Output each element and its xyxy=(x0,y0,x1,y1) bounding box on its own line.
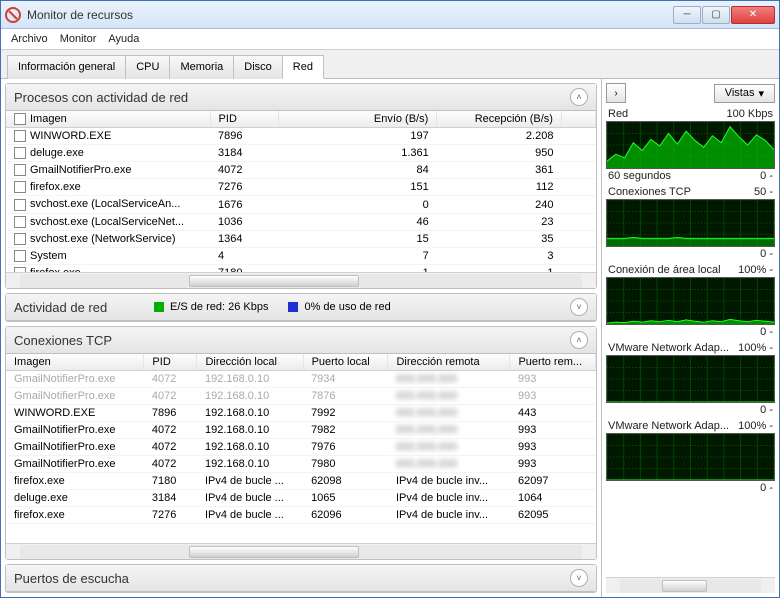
left-pane: Procesos con actividad de red ˄ Imagen P… xyxy=(1,79,601,597)
checkbox[interactable] xyxy=(14,164,26,176)
panel-listening: Puertos de escucha ˅ xyxy=(5,564,597,593)
tab-overview[interactable]: Información general xyxy=(7,55,126,79)
graph-canvas xyxy=(606,433,775,481)
close-button[interactable]: ✕ xyxy=(731,6,775,24)
graph-canvas xyxy=(606,355,775,403)
panel-tcp-header[interactable]: Conexiones TCP ˄ xyxy=(6,327,596,354)
panel-net-activity: Actividad de red E/S de red: 26 Kbps 0% … xyxy=(5,293,597,322)
net-activity-title: Actividad de red xyxy=(14,300,134,315)
table-row[interactable]: WINWORD.EXE78961972.208 xyxy=(6,128,596,145)
checkbox[interactable] xyxy=(14,130,26,142)
graph-title: VMware Network Adap... xyxy=(608,420,729,432)
table-row[interactable]: GmailNotifierPro.exe4072192.168.0.107976… xyxy=(6,439,596,456)
tab-bar: Información general CPU Memoria Disco Re… xyxy=(1,50,779,79)
graph-canvas xyxy=(606,277,775,325)
table-row[interactable]: deluge.exe31841.361950 xyxy=(6,145,596,162)
graph: VMware Network Adap...100% - 0 - xyxy=(606,419,775,495)
dropdown-icon: ▾ xyxy=(758,87,764,100)
tab-memory[interactable]: Memoria xyxy=(169,55,234,79)
table-row[interactable]: svchost.exe (NetworkService)13641535 xyxy=(6,230,596,247)
graph: Conexiones TCP50 - 0 - xyxy=(606,185,775,261)
graph: Red100 Kbps 60 segundos0 - xyxy=(606,107,775,183)
graph-title: Conexión de área local xyxy=(608,264,721,276)
window-buttons: ─ ▢ ✕ xyxy=(673,6,775,24)
table-row[interactable]: deluge.exe3184IPv4 de bucle ...1065IPv4 … xyxy=(6,490,596,507)
processes-table[interactable]: Imagen PID Envío (B/s) Recepción (B/s) W… xyxy=(6,111,596,272)
panel-tcp: Conexiones TCP ˄ Imagen PID Dirección lo… xyxy=(5,326,597,560)
right-pane: › Vistas▾ Red100 Kbps 60 segundos0 - Con… xyxy=(601,79,779,597)
checkbox-all[interactable] xyxy=(14,113,26,125)
graph-scale: 100 Kbps xyxy=(727,108,773,120)
processes-hscroll[interactable] xyxy=(6,272,596,288)
checkbox[interactable] xyxy=(14,199,26,211)
collapse-icon[interactable]: ˄ xyxy=(570,331,588,349)
net-usage-label: 0% de uso de red xyxy=(304,301,390,313)
graph-scale: 100% - xyxy=(738,420,773,432)
collapse-icon[interactable]: ˄ xyxy=(570,88,588,106)
graphs-hscroll[interactable] xyxy=(606,577,775,593)
net-io-swatch xyxy=(154,302,164,312)
graph: Conexión de área local100% - 0 - xyxy=(606,263,775,339)
table-row[interactable]: GmailNotifierPro.exe4072192.168.0.107934… xyxy=(6,371,596,388)
table-row[interactable]: svchost.exe (LocalServiceAn...16760240 xyxy=(6,196,596,213)
menu-ayuda[interactable]: Ayuda xyxy=(108,33,139,45)
graph-title: VMware Network Adap... xyxy=(608,342,729,354)
minimize-button[interactable]: ─ xyxy=(673,6,701,24)
table-row[interactable]: firefox.exe7276IPv4 de bucle ...62096IPv… xyxy=(6,507,596,524)
checkbox[interactable] xyxy=(14,233,26,245)
graphs-container: Red100 Kbps 60 segundos0 - Conexiones TC… xyxy=(606,107,775,577)
panel-processes-title: Procesos con actividad de red xyxy=(14,90,570,105)
panel-listening-title: Puertos de escucha xyxy=(14,571,570,586)
graph-scale: 50 - xyxy=(754,186,773,198)
tcp-table[interactable]: Imagen PID Dirección local Puerto local … xyxy=(6,354,596,543)
panel-listening-header[interactable]: Puertos de escucha ˅ xyxy=(6,565,596,592)
views-button[interactable]: Vistas▾ xyxy=(714,84,775,103)
app-window: Monitor de recursos ─ ▢ ✕ Archivo Monito… xyxy=(0,0,780,598)
app-icon xyxy=(5,7,21,23)
checkbox[interactable] xyxy=(14,181,26,193)
table-row[interactable]: WINWORD.EXE7896192.168.0.107992000.000.0… xyxy=(6,405,596,422)
graph-canvas xyxy=(606,199,775,247)
panel-tcp-title: Conexiones TCP xyxy=(14,333,570,348)
net-usage-swatch xyxy=(288,302,298,312)
checkbox[interactable] xyxy=(14,250,26,262)
tab-cpu[interactable]: CPU xyxy=(125,55,170,79)
graph: VMware Network Adap...100% - 0 - xyxy=(606,341,775,417)
expand-icon[interactable]: ˅ xyxy=(570,569,588,587)
side-collapse-button[interactable]: › xyxy=(606,83,626,103)
graph-title: Red xyxy=(608,108,628,120)
window-title: Monitor de recursos xyxy=(27,8,673,22)
graph-title: Conexiones TCP xyxy=(608,186,691,198)
checkbox[interactable] xyxy=(14,216,26,228)
tab-disk[interactable]: Disco xyxy=(233,55,283,79)
table-row[interactable]: firefox.exe7180IPv4 de bucle ...62098IPv… xyxy=(6,473,596,490)
net-io-label: E/S de red: 26 Kbps xyxy=(170,301,268,313)
panel-processes-header[interactable]: Procesos con actividad de red ˄ xyxy=(6,84,596,111)
table-row[interactable]: GmailNotifierPro.exe4072192.168.0.107876… xyxy=(6,388,596,405)
graph-scale: 100% - xyxy=(738,264,773,276)
graph-scale: 100% - xyxy=(738,342,773,354)
title-bar[interactable]: Monitor de recursos ─ ▢ ✕ xyxy=(1,1,779,29)
table-row[interactable]: svchost.exe (LocalServiceNet...10364623 xyxy=(6,213,596,230)
menu-monitor[interactable]: Monitor xyxy=(60,33,97,45)
panel-processes: Procesos con actividad de red ˄ Imagen P… xyxy=(5,83,597,289)
checkbox[interactable] xyxy=(14,147,26,159)
table-row[interactable]: firefox.exe7276151112 xyxy=(6,179,596,196)
menu-bar: Archivo Monitor Ayuda xyxy=(1,29,779,50)
table-row[interactable]: GmailNotifierPro.exe4072192.168.0.107982… xyxy=(6,422,596,439)
table-row[interactable]: GmailNotifierPro.exe407284361 xyxy=(6,162,596,179)
expand-icon[interactable]: ˅ xyxy=(570,298,588,316)
panel-net-activity-header[interactable]: Actividad de red E/S de red: 26 Kbps 0% … xyxy=(6,294,596,321)
graph-canvas xyxy=(606,121,775,169)
table-row[interactable]: GmailNotifierPro.exe4072192.168.0.107980… xyxy=(6,456,596,473)
table-row[interactable]: System473 xyxy=(6,247,596,264)
table-row[interactable]: firefox.exe718011 xyxy=(6,264,596,272)
maximize-button[interactable]: ▢ xyxy=(702,6,730,24)
tab-network[interactable]: Red xyxy=(282,55,324,79)
menu-archivo[interactable]: Archivo xyxy=(11,33,48,45)
tcp-hscroll[interactable] xyxy=(6,543,596,559)
